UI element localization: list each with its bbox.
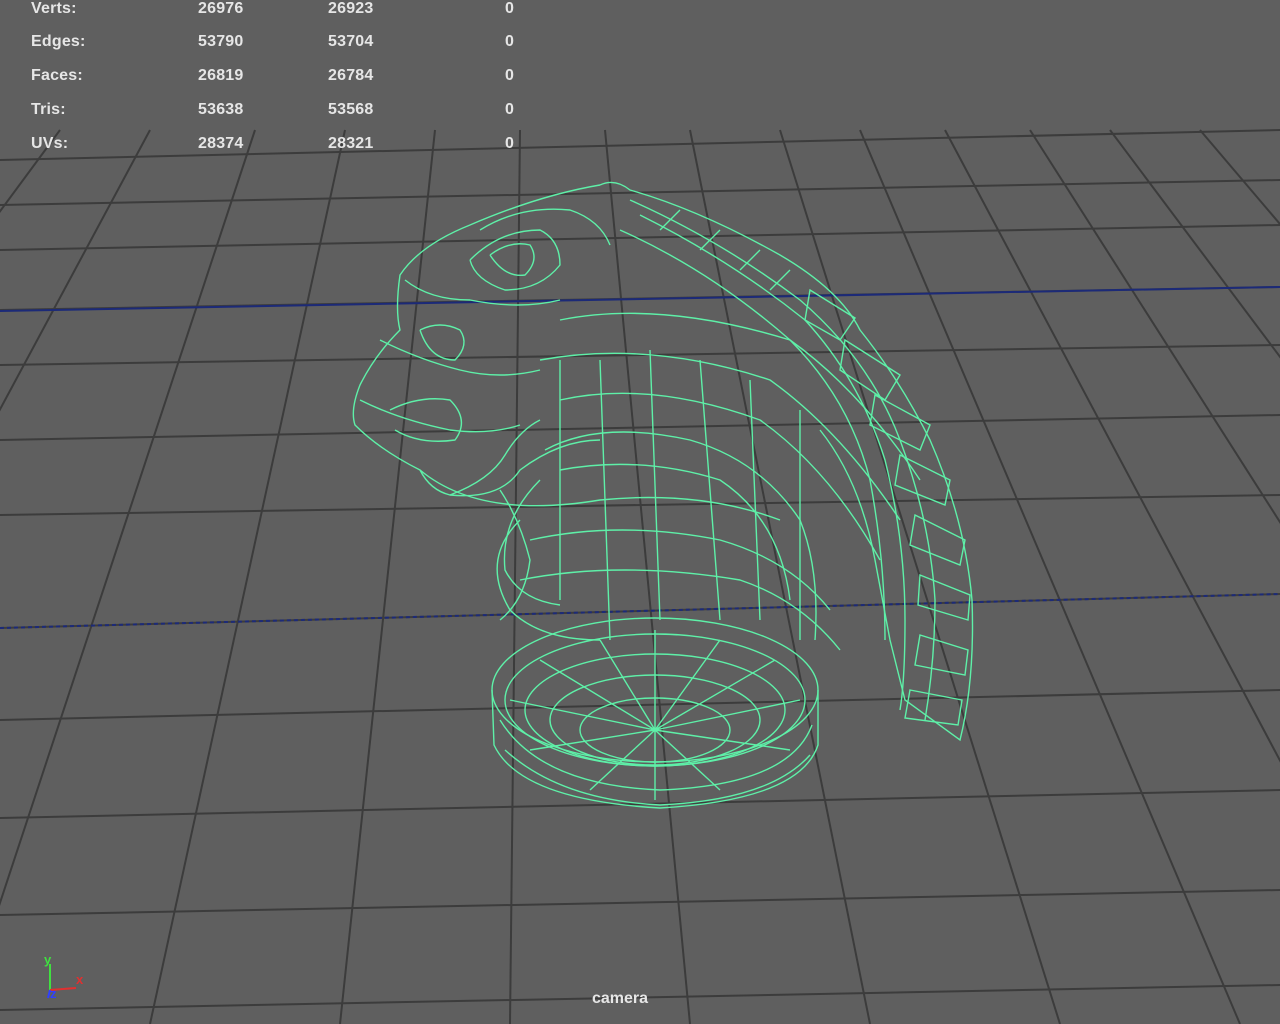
hud-row-edges: Edges: 53790 53704 0: [0, 33, 540, 53]
camera-name-label: camera: [592, 990, 649, 1007]
grid-line: [0, 889, 1280, 916]
hud-value: 0: [505, 33, 515, 50]
hud-value: 26923: [328, 0, 374, 17]
grid-line: [0, 129, 256, 906]
ground-grid: [0, 129, 1280, 1024]
hud-row-tris: Tris: 53638 53568 0: [0, 101, 540, 121]
hud-value: 0: [505, 135, 515, 152]
axis-x-label: x: [76, 972, 84, 987]
hud-value: 28321: [328, 135, 374, 152]
hud-row-verts: Verts: 26976 26923 0: [0, 0, 540, 20]
grid-line: [0, 414, 1280, 441]
hud-label: Tris:: [31, 101, 66, 118]
grid-line: [0, 344, 1280, 366]
hud-value: 53704: [328, 33, 374, 50]
grid-line: [604, 129, 691, 1024]
grid-line: [0, 129, 151, 412]
grid-line: [339, 129, 436, 1024]
hud-label: Edges:: [31, 33, 86, 50]
grid-line: [944, 129, 1280, 763]
z-axis-line: [0, 286, 1280, 312]
world-axis-lines: [0, 286, 1280, 629]
hud-value: 0: [505, 0, 515, 17]
hud-value: 26976: [198, 0, 244, 17]
hud-label: Faces:: [31, 67, 83, 84]
grid-line: [149, 129, 346, 1024]
hud-value: 0: [505, 67, 515, 84]
axis-z-label: z: [50, 986, 57, 1001]
axis-gizmo: y x z: [36, 950, 96, 1010]
hud-value: 0: [505, 101, 515, 118]
3d-viewport[interactable]: Verts: 26976 26923 0 Edges: 53790 53704 …: [0, 0, 1280, 1024]
hud-value: 26784: [328, 67, 374, 84]
hud-value: 53638: [198, 101, 244, 118]
hud-value: 53568: [328, 101, 374, 118]
hud-value: 26819: [198, 67, 244, 84]
grid-line: [509, 129, 521, 1024]
hud-label: Verts:: [31, 0, 77, 17]
x-axis-line: [0, 593, 1280, 629]
hud-label: UVs:: [31, 135, 69, 152]
knight-wireframe-mesh[interactable]: [352, 181, 974, 809]
hud-row-uvs: UVs: 28374 28321 0: [0, 135, 540, 155]
axis-y-label: y: [44, 952, 52, 967]
poly-count-hud: Verts: 26976 26923 0 Edges: 53790 53704 …: [0, 0, 540, 160]
hud-value: 28374: [198, 135, 244, 152]
hud-value: 53790: [198, 33, 244, 50]
grid-line: [0, 224, 1280, 251]
hud-row-faces: Faces: 26819 26784 0: [0, 67, 540, 87]
grid-line: [0, 129, 61, 213]
